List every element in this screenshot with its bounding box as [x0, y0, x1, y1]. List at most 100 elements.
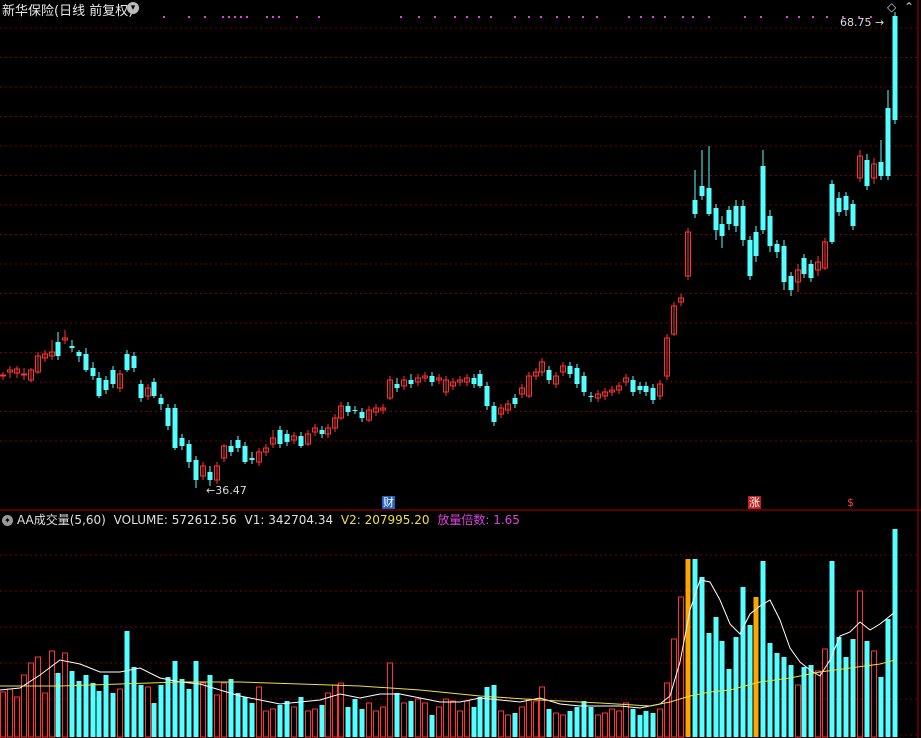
volume-bar: [138, 685, 144, 737]
volume-bar: [249, 703, 255, 737]
volume-bar: [352, 699, 358, 737]
volume-bar: [305, 710, 311, 738]
volume-value: VOLUME: 572612.56: [113, 513, 237, 527]
volume-bar: [62, 652, 68, 738]
price-min-label: ←36.47: [206, 484, 247, 497]
volume-bar: [214, 694, 220, 738]
signal-dot: [652, 16, 654, 18]
volume-bar: [235, 693, 241, 737]
settings-icon[interactable]: ✦: [2, 515, 13, 526]
volume-bar: [471, 707, 477, 737]
volume-bar: [270, 708, 276, 738]
volume-bar: [263, 710, 269, 738]
volume-bar: [319, 705, 325, 737]
diamond-icon[interactable]: ◇: [887, 0, 896, 14]
candle-body: [740, 206, 746, 240]
signal-dot: [682, 16, 684, 18]
ratio-value: 放量倍数: 1.65: [437, 513, 520, 527]
volume-bar: [664, 682, 670, 738]
candle-body: [76, 352, 82, 356]
signal-dot: [826, 16, 828, 18]
finance-event-badge[interactable]: 财: [382, 496, 395, 509]
volume-bar: [83, 675, 89, 737]
signal-dot: [692, 16, 694, 18]
volume-bar: [740, 587, 746, 737]
candle-body: [103, 380, 109, 390]
signal-dot: [240, 16, 242, 18]
volume-bar: [609, 708, 615, 738]
volume-bar: [200, 682, 206, 738]
candle-body: [650, 388, 656, 400]
candle-body: [138, 384, 144, 398]
candle-body: [885, 108, 891, 176]
volume-bar: [815, 670, 821, 738]
signal-dot: [786, 16, 788, 18]
volume-bar: [366, 702, 372, 738]
volume-bar: [498, 710, 504, 738]
volume-bar: [401, 702, 407, 738]
collapse-icon[interactable]: ⌃: [904, 0, 914, 14]
volume-bar: [55, 673, 61, 737]
volume-bar: [373, 710, 379, 738]
volume-bar: [484, 687, 490, 737]
candle-body: [477, 374, 483, 386]
volume-bar: [312, 708, 318, 738]
signal-dot: [568, 16, 570, 18]
volume-bar: [49, 650, 55, 738]
volume-bar: [685, 559, 691, 737]
candle-body: [512, 398, 518, 404]
volume-bar: [207, 675, 213, 737]
volume-bar: [533, 700, 539, 738]
signal-dot: [556, 16, 558, 18]
indicator-name[interactable]: AA成交量(5,60): [17, 513, 106, 527]
volume-bar: [256, 686, 262, 738]
signal-dot: [708, 16, 710, 18]
volume-bar: [774, 653, 780, 737]
volume-bar: [359, 709, 365, 737]
candle-body: [719, 224, 725, 236]
candle-body: [843, 196, 849, 210]
candle-body: [193, 460, 199, 480]
volume-bar: [588, 707, 594, 737]
signal-dot: [582, 16, 584, 18]
volume-bar: [117, 688, 123, 738]
candle-body: [471, 378, 477, 384]
volume-bar: [747, 625, 753, 737]
volume-bar: [505, 714, 511, 738]
volume-bar: [713, 617, 719, 737]
signal-dot: [596, 16, 598, 18]
volume-bar: [630, 709, 636, 737]
candle-body: [69, 346, 75, 348]
v2-value: V2: 207995.20: [340, 513, 430, 527]
volume-bar: [193, 661, 199, 737]
volume-bar: [284, 701, 290, 737]
candle-body: [850, 204, 856, 226]
dividend-event-badge[interactable]: $: [846, 496, 855, 509]
signal-dot: [478, 16, 480, 18]
volume-bar: [574, 707, 580, 737]
price-max-label: 68.75 →: [840, 16, 885, 29]
volume-bar: [69, 671, 75, 737]
volume-bar: [436, 706, 442, 738]
signal-dot: [222, 16, 224, 18]
candle-body: [567, 366, 573, 374]
volume-bar: [623, 702, 629, 738]
volume-bar: [753, 597, 759, 737]
volume-bar: [35, 656, 41, 738]
volume-bar: [464, 700, 470, 738]
volume-bar: [850, 639, 856, 737]
signal-dot: [163, 16, 165, 18]
volume-bar: [699, 577, 705, 737]
volume-bar: [145, 686, 151, 738]
candle-body: [747, 240, 753, 276]
signal-dot: [400, 16, 402, 18]
volume-bar: [477, 697, 483, 737]
limit-up-event-badge[interactable]: 涨: [748, 496, 761, 509]
chart-canvas[interactable]: [0, 0, 921, 738]
volume-bar: [151, 703, 157, 737]
signal-dot: [528, 16, 530, 18]
chevron-down-icon[interactable]: ▾: [127, 2, 139, 14]
volume-bar: [767, 643, 773, 737]
candle-body: [808, 264, 814, 278]
candle-body: [892, 16, 898, 120]
